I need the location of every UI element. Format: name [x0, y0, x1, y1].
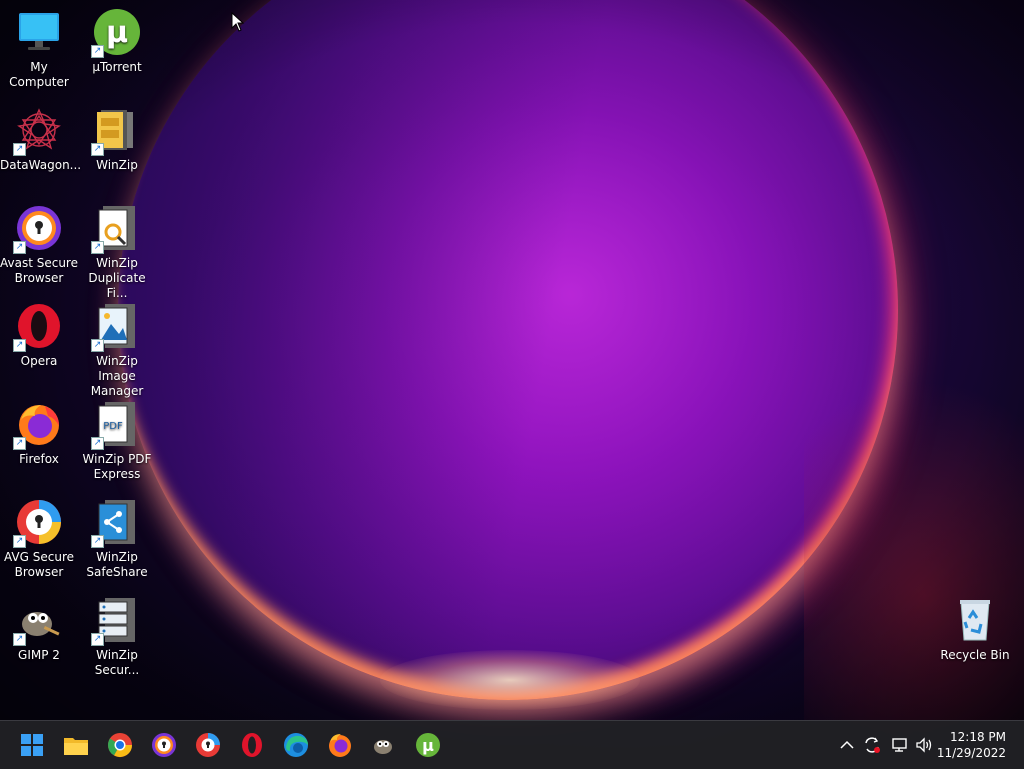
avast-browser-icon: ↗: [13, 204, 63, 254]
utorrent-icon: µ: [416, 733, 440, 757]
taskbar-gimp[interactable]: [368, 729, 400, 761]
shortcut-arrow-icon: ↗: [91, 143, 104, 156]
winzip-image-manager-icon: ↗: [91, 302, 141, 352]
desktop-icon-winzip-duplicate[interactable]: ↗ WinZip Duplicate Fi...: [78, 204, 156, 301]
desktop-icon-avast-secure-browser[interactable]: ↗ Avast Secure Browser: [0, 204, 78, 286]
firefox-icon: ↗: [13, 400, 63, 450]
desktop-icon-label: AVG Secure Browser: [3, 550, 75, 579]
desktop-icon-label: WinZip PDF Express: [82, 452, 152, 481]
desktop-icon-winzip-secure[interactable]: ↗ WinZip Secur...: [78, 596, 156, 678]
svg-text:PDF: PDF: [103, 421, 123, 432]
shortcut-arrow-icon: ↗: [13, 143, 26, 156]
shortcut-arrow-icon: ↗: [13, 339, 26, 352]
winzip-icon: ↗: [91, 106, 141, 156]
taskbar-clock[interactable]: 12:18 PM 11/29/2022: [937, 729, 1006, 761]
opera-icon: ↗: [13, 302, 63, 352]
winzip-pdf-icon: PDF ↗: [91, 400, 141, 450]
chrome-icon: [108, 733, 132, 758]
shortcut-arrow-icon: ↗: [13, 535, 26, 548]
volume-button[interactable]: [914, 735, 934, 755]
gimp-icon: [374, 740, 392, 754]
shortcut-arrow-icon: ↗: [91, 633, 104, 646]
winzip-safeshare-icon: ↗: [91, 498, 141, 548]
monitor-icon: [15, 8, 63, 56]
avg-browser-icon: [196, 733, 220, 757]
desktop-icon-avg-secure-browser[interactable]: ↗ AVG Secure Browser: [0, 498, 78, 580]
desktop-icon-datawagon[interactable]: ↗ DataWagon...: [0, 106, 82, 173]
network-icon: [892, 738, 907, 752]
shortcut-arrow-icon: ↗: [13, 241, 26, 254]
desktop-icon-label: Recycle Bin: [940, 648, 1010, 662]
volume-icon: [916, 737, 932, 753]
recycle-bin-icon: [951, 596, 999, 644]
taskbar-chrome[interactable]: [104, 729, 136, 761]
shortcut-arrow-icon: ↗: [91, 339, 104, 352]
desktop-icon-gimp[interactable]: ↗ GIMP 2: [0, 596, 78, 663]
desktop-icon-label: GIMP 2: [18, 648, 60, 662]
taskbar-avg-browser[interactable]: [192, 729, 224, 761]
network-button[interactable]: [890, 735, 910, 755]
avg-browser-icon: ↗: [13, 498, 63, 548]
shortcut-arrow-icon: ↗: [13, 633, 26, 646]
svg-text:µ: µ: [422, 736, 434, 755]
desktop-icon-label: WinZip Secur...: [94, 648, 140, 677]
desktop-icon-utorrent[interactable]: µ ↗ µTorrent: [78, 8, 156, 75]
shortcut-arrow-icon: ↗: [91, 45, 104, 58]
desktop-icon-label: Firefox: [19, 452, 59, 466]
desktop-icon-winzip-image-manager[interactable]: ↗ WinZip Image Manager: [78, 302, 156, 399]
shortcut-arrow-icon: ↗: [91, 437, 104, 450]
chevron-up-icon: [840, 740, 854, 749]
desktop-icon-winzip[interactable]: ↗ WinZip: [78, 106, 156, 173]
desktop-icon-firefox[interactable]: ↗ Firefox: [0, 400, 78, 467]
shortcut-arrow-icon: ↗: [91, 241, 104, 254]
system-tray: [836, 721, 946, 769]
firefox-icon: [329, 734, 351, 757]
desktop-icon-recycle-bin[interactable]: Recycle Bin: [936, 596, 1014, 663]
desktop-icon-winzip-pdf-express[interactable]: PDF ↗ WinZip PDF Express: [78, 400, 156, 482]
desktop-icon-label: My Computer: [9, 60, 69, 89]
start-icon: [21, 734, 43, 756]
gimp-icon: ↗: [13, 596, 63, 646]
taskbar-firefox[interactable]: [324, 729, 356, 761]
taskbar-edge[interactable]: [280, 729, 312, 761]
datawagon-icon: ↗: [13, 106, 63, 156]
taskbar-file-explorer[interactable]: [60, 729, 92, 761]
desktop-icon-label: Opera: [20, 354, 58, 368]
desktop-icon-label: DataWagon...: [0, 158, 82, 172]
desktop-icon-opera[interactable]: ↗ Opera: [0, 302, 78, 369]
winzip-duplicate-icon: ↗: [91, 204, 141, 254]
start-button[interactable]: [16, 729, 48, 761]
opera-icon: [242, 733, 262, 757]
clock-date: 11/29/2022: [936, 746, 1006, 760]
taskbar: µ 12:18 PM 11/29/2022: [0, 720, 1024, 769]
edge-icon: [284, 733, 308, 757]
desktop-icon-winzip-safeshare[interactable]: ↗ WinZip SafeShare: [78, 498, 156, 580]
taskbar-opera[interactable]: [236, 729, 268, 761]
taskbar-utorrent[interactable]: µ: [412, 729, 444, 761]
sync-status-button[interactable]: [862, 735, 882, 755]
file-explorer-icon: [64, 738, 88, 755]
desktop-icon-label: WinZip SafeShare: [86, 550, 148, 579]
desktop-icon-my-computer[interactable]: My Computer: [0, 8, 78, 90]
shortcut-arrow-icon: ↗: [13, 437, 26, 450]
desktop-icon-label: WinZip: [96, 158, 138, 172]
clock-time: 12:18 PM: [950, 730, 1006, 744]
winzip-secure-icon: ↗: [91, 596, 141, 646]
svg-text:µ: µ: [106, 15, 128, 50]
desktop-icon-label: WinZip Image Manager: [90, 354, 144, 398]
show-hidden-icons-button[interactable]: [838, 735, 856, 755]
taskbar-avast-browser[interactable]: [148, 729, 180, 761]
desktop-icon-label: Avast Secure Browser: [0, 256, 78, 285]
avast-browser-icon: [152, 733, 176, 757]
sync-icon: [865, 737, 880, 753]
shortcut-arrow-icon: ↗: [91, 535, 104, 548]
utorrent-icon: µ ↗: [91, 8, 141, 58]
desktop-icon-label: µTorrent: [92, 60, 142, 74]
mouse-cursor-icon: [231, 11, 245, 36]
desktop-icon-label: WinZip Duplicate Fi...: [88, 256, 146, 300]
